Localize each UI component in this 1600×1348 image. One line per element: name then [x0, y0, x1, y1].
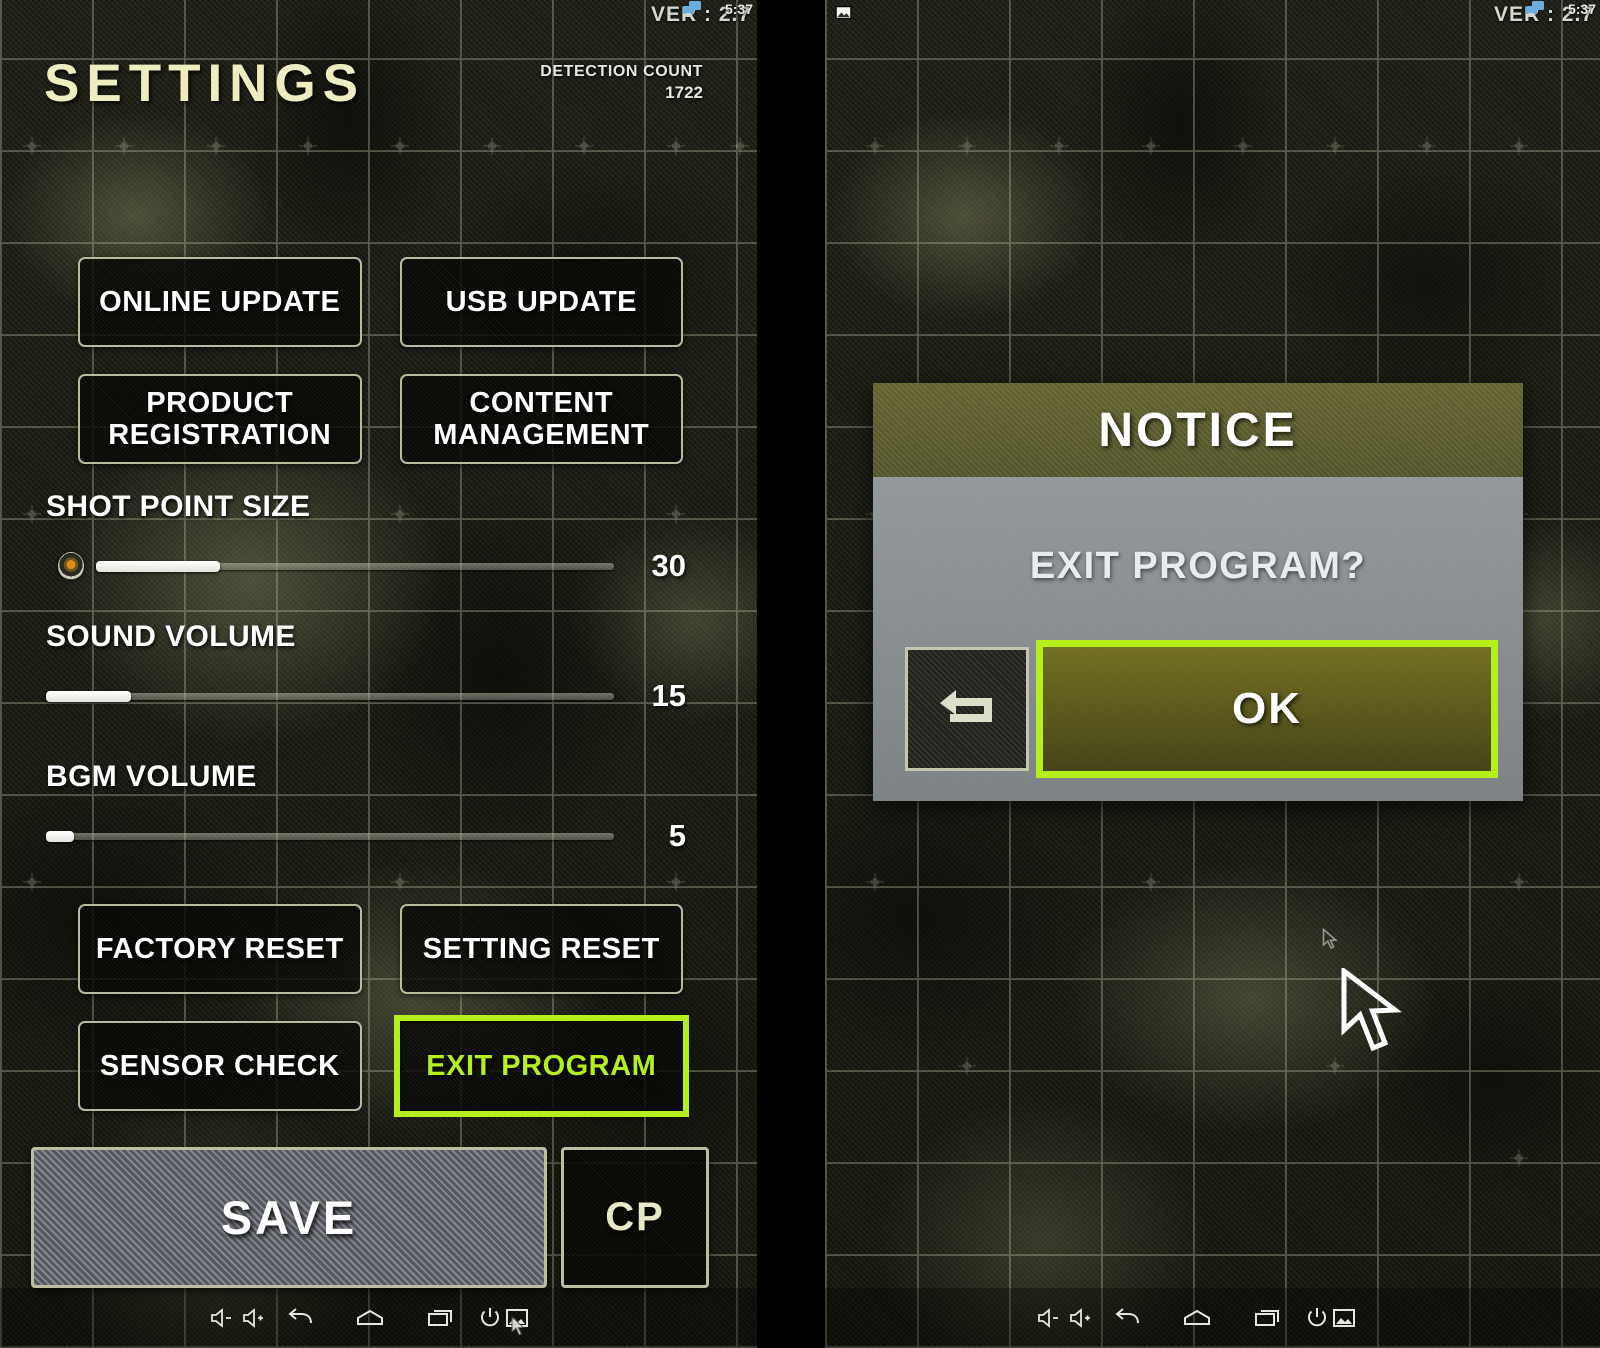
bgm-volume-slider[interactable] — [46, 830, 614, 842]
notice-dialog: NOTICE EXIT PROGRAM? OK — [873, 383, 1523, 801]
android-status-bar: VER : 2.7 5:37 — [825, 0, 1600, 26]
online-update-button[interactable]: ONLINE UPDATE — [78, 257, 362, 347]
home-icon[interactable] — [1182, 1307, 1212, 1329]
power-icon[interactable] — [478, 1306, 502, 1330]
home-icon[interactable] — [355, 1307, 385, 1329]
status-time: 5:37 — [724, 1, 753, 17]
android-navigation-bar — [825, 1288, 1600, 1348]
sound-volume-slider[interactable] — [46, 690, 614, 702]
bullet-hole-icon — [46, 552, 96, 580]
product-registration-button[interactable]: PRODUCT REGISTRATION — [78, 374, 362, 464]
shot-point-size-slider[interactable] — [96, 560, 614, 572]
volume-down-icon[interactable] — [1037, 1307, 1061, 1329]
version-label: VER : 2.7 — [650, 3, 751, 26]
sound-volume-label: SOUND VOLUME — [46, 620, 296, 653]
save-button[interactable]: SAVE — [31, 1147, 547, 1288]
slider-fill — [96, 560, 221, 572]
settings-screen-panel: VER : 2.7 5:37 SETTINGS DETECTION COUNT … — [0, 0, 757, 1348]
recents-icon[interactable] — [427, 1307, 455, 1329]
slider-fill — [46, 690, 132, 702]
android-navigation-bar — [0, 1288, 757, 1348]
back-icon[interactable] — [1114, 1307, 1142, 1329]
notice-dialog-title: NOTICE — [1098, 403, 1298, 457]
sound-volume-value: 15 — [651, 678, 686, 713]
screenshot-icon[interactable] — [1333, 1308, 1355, 1328]
check-exit-button-row: SENSOR CHECK EXIT PROGRAM — [78, 1015, 689, 1117]
volume-down-icon[interactable] — [210, 1307, 234, 1329]
notice-dialog-body: EXIT PROGRAM? OK — [873, 477, 1523, 801]
return-arrow-icon — [940, 690, 992, 722]
cast-screen-icon — [1526, 1, 1544, 17]
sound-volume-setting: SOUND VOLUME 15 — [46, 620, 686, 714]
shot-point-size-value: 30 — [651, 548, 686, 583]
usb-update-button[interactable]: USB UPDATE — [399, 257, 683, 347]
shot-point-size-setting: SHOT POINT SIZE 30 — [46, 490, 686, 584]
sensor-check-button[interactable]: SENSOR CHECK — [78, 1021, 362, 1111]
detection-count-value: 1722 — [665, 83, 703, 102]
page-title: SETTINGS — [44, 54, 366, 113]
screenshot-icon — [835, 5, 852, 20]
power-icon[interactable] — [1305, 1306, 1329, 1330]
screenshot-root: VER : 2.7 5:37 SETTINGS DETECTION COUNT … — [0, 0, 1600, 1348]
reset-button-row: FACTORY RESET SETTING RESET — [78, 904, 683, 994]
dialog-back-button[interactable] — [905, 647, 1029, 771]
cp-button[interactable]: CP — [561, 1147, 709, 1288]
notice-dialog-message: EXIT PROGRAM? — [1029, 545, 1367, 587]
version-label: VER : 2.7 — [1493, 3, 1594, 26]
content-management-button[interactable]: CONTENT MANAGEMENT — [399, 374, 683, 464]
bgm-volume-setting: BGM VOLUME 5 — [46, 760, 686, 854]
volume-up-icon[interactable] — [242, 1307, 266, 1329]
recents-icon[interactable] — [1254, 1307, 1282, 1329]
exit-program-button[interactable]: EXIT PROGRAM — [393, 1015, 689, 1117]
bgm-volume-label: BGM VOLUME — [46, 760, 257, 793]
detection-count-block: DETECTION COUNT 1722 — [540, 63, 703, 103]
management-button-row: PRODUCT REGISTRATION CONTENT MANAGEMENT — [78, 374, 683, 464]
bgm-volume-value: 5 — [668, 818, 686, 853]
status-time: 5:37 — [1567, 1, 1596, 17]
update-button-row: ONLINE UPDATE USB UPDATE — [78, 257, 683, 347]
detection-count-label: DETECTION COUNT — [540, 63, 703, 80]
notice-dialog-header: NOTICE — [873, 383, 1523, 477]
volume-up-icon[interactable] — [1069, 1307, 1093, 1329]
dialog-ok-button[interactable]: OK — [1036, 640, 1498, 778]
android-status-bar: VER : 2.7 5:37 — [0, 0, 757, 26]
setting-reset-button[interactable]: SETTING RESET — [399, 904, 683, 994]
shot-point-size-label: SHOT POINT SIZE — [46, 490, 311, 523]
slider-fill — [46, 830, 75, 842]
factory-reset-button[interactable]: FACTORY RESET — [78, 904, 362, 994]
cast-screen-icon — [683, 1, 701, 17]
screenshot-icon[interactable] — [506, 1308, 528, 1328]
back-icon[interactable] — [287, 1307, 315, 1329]
